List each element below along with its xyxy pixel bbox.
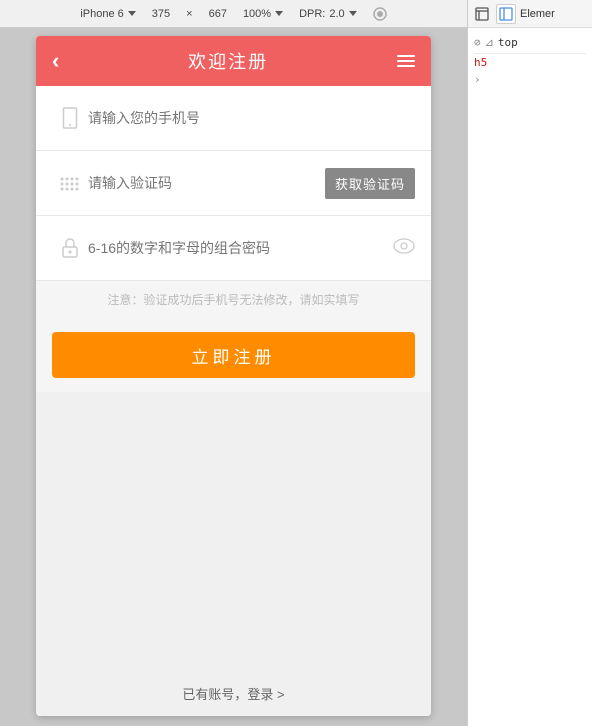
devtools-tabs: Elemer xyxy=(468,0,592,28)
devtools-element-h5: h5 xyxy=(474,54,586,71)
height-display: 667 xyxy=(209,8,227,20)
menu-line-1 xyxy=(397,55,415,57)
devtools-filter-toolbar: ⊘ ⊿ top xyxy=(474,32,586,54)
dpr-dropdown-icon xyxy=(349,11,357,16)
menu-line-2 xyxy=(397,60,415,62)
content-area xyxy=(36,392,431,672)
eye-toggle-icon[interactable] xyxy=(393,238,415,259)
verify-row: 获取验证码 xyxy=(36,151,431,216)
device-selector[interactable]: iPhone 6 xyxy=(80,8,135,20)
device-frame: ‹ 欢迎注册 xyxy=(36,36,431,716)
back-button[interactable]: ‹ xyxy=(52,50,59,72)
devtools-cursor-icon[interactable] xyxy=(496,4,516,24)
dpr-label: DPR: xyxy=(299,8,325,20)
devtools-content: ⊘ ⊿ top h5 › xyxy=(468,28,592,726)
devtools-element-arrow[interactable]: › xyxy=(474,71,586,88)
width-display: 375 xyxy=(152,8,170,20)
menu-line-3 xyxy=(397,65,415,67)
height-value: 667 xyxy=(209,8,227,20)
dimension-x: × xyxy=(186,8,192,20)
login-link[interactable]: 已有账号，登录 > xyxy=(182,687,284,702)
devtools-inspect-icon[interactable] xyxy=(472,4,492,24)
page-title: 欢迎注册 xyxy=(188,48,268,74)
expand-arrow[interactable]: › xyxy=(474,73,481,86)
filter-text: top xyxy=(498,36,518,49)
login-link-area: 已有账号，登录 > xyxy=(36,672,431,716)
register-btn-area: 立即注册 xyxy=(36,318,431,392)
width-value: 375 xyxy=(152,8,170,20)
h5-tag: h5 xyxy=(474,56,487,69)
zoom-value: 100% xyxy=(243,8,271,20)
verify-input[interactable] xyxy=(88,175,325,191)
password-input[interactable] xyxy=(88,240,393,256)
elements-tab-label[interactable]: Elemer xyxy=(520,8,555,20)
zoom-dropdown-icon xyxy=(275,11,283,16)
dpr-selector[interactable]: DPR: 2.0 xyxy=(299,8,357,20)
left-panel: iPhone 6 375 × 667 100% DPR: 2.0 xyxy=(0,0,467,726)
register-button[interactable]: 立即注册 xyxy=(52,332,415,378)
phone-icon xyxy=(52,100,88,136)
browser-toolbar: iPhone 6 375 × 667 100% DPR: 2.0 xyxy=(0,0,467,28)
zoom-selector[interactable]: 100% xyxy=(243,8,283,20)
get-verify-btn[interactable]: 获取验证码 xyxy=(325,168,415,199)
device-dropdown-icon xyxy=(128,11,136,16)
notice-text: 注意：验证成功后手机号无法修改，请如实填写 xyxy=(36,281,431,318)
phone-input[interactable] xyxy=(88,110,415,126)
lock-icon xyxy=(52,230,88,266)
filter-block-icon: ⊘ xyxy=(474,36,481,49)
dpr-value: 2.0 xyxy=(329,8,344,20)
device-area: ‹ 欢迎注册 xyxy=(0,28,467,726)
form-area: 获取验证码 xyxy=(36,86,431,281)
phone-row xyxy=(36,86,431,151)
menu-button[interactable] xyxy=(397,55,415,67)
capture-icon[interactable] xyxy=(373,7,387,21)
password-row xyxy=(36,216,431,281)
device-name: iPhone 6 xyxy=(80,8,123,20)
app-header: ‹ 欢迎注册 xyxy=(36,36,431,86)
dots-icon xyxy=(52,165,88,201)
filter-funnel-icon: ⊿ xyxy=(485,36,494,49)
devtools-panel: Elemer ⊘ ⊿ top h5 › xyxy=(467,0,592,726)
